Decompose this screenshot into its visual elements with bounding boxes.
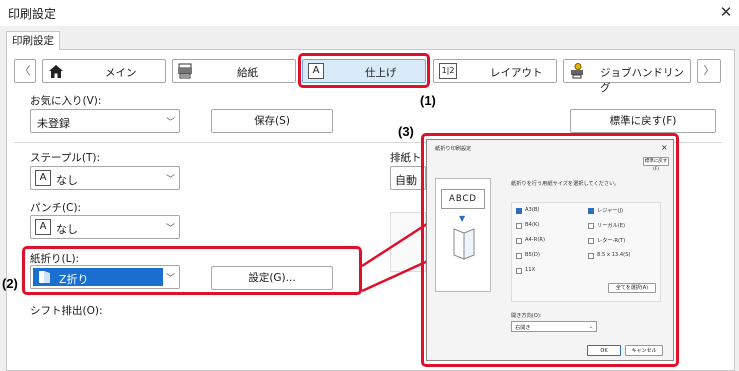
tab-job-handling-button[interactable]: ジョブハンドリング — [563, 59, 691, 94]
output-tray-label: 排紙ト — [390, 152, 422, 164]
highlight-box-3 — [421, 133, 679, 367]
shift-output-label: シフト排出(O): — [30, 305, 103, 317]
chevron-down-icon: ﹀ — [165, 118, 175, 128]
title-bar — [0, 0, 739, 26]
nav-prev-button[interactable]: 〈 — [14, 59, 36, 83]
annotation-1: (1) — [420, 93, 436, 108]
chevron-down-icon: ﹀ — [165, 224, 175, 234]
reset-defaults-button[interactable]: 標準に戻す(F) — [570, 109, 716, 133]
punch-icon: A — [35, 219, 51, 235]
tab-job-handling-label: ジョブハンドリング — [600, 67, 684, 94]
layout-icon: 1|2 — [439, 63, 457, 79]
nav-next-button[interactable]: 〉 — [697, 59, 721, 83]
punch-value: なし — [56, 223, 78, 236]
tab-main-button[interactable]: メイン — [42, 59, 166, 83]
printer-tray-icon — [178, 63, 192, 79]
highlight-box-1 — [298, 53, 430, 88]
annotation-2: (2) — [2, 276, 18, 291]
window-title: 印刷設定 — [8, 7, 57, 21]
close-icon[interactable]: ✕ — [717, 3, 735, 21]
favorites-value: 未登録 — [37, 117, 70, 130]
punch-label: パンチ(C): — [30, 202, 82, 214]
tab-paper-source-label: 給紙 — [237, 67, 258, 79]
tab-layout-label: レイアウト — [490, 67, 543, 79]
home-icon — [49, 65, 63, 78]
chevron-down-icon: ﹀ — [165, 175, 175, 185]
annotation-3: (3) — [398, 124, 414, 139]
staple-value: なし — [56, 174, 78, 187]
favorites-select[interactable]: 未登録 ﹀ — [30, 109, 180, 133]
output-tray-value: 自動 — [395, 174, 417, 187]
job-handling-icon — [571, 63, 583, 79]
punch-select[interactable]: A なし ﹀ — [30, 215, 180, 239]
highlight-box-2 — [22, 246, 362, 295]
tab-main-label: メイン — [105, 67, 137, 79]
staple-icon: A — [35, 170, 51, 186]
staple-label: ステープル(T): — [30, 152, 101, 164]
staple-select[interactable]: A なし ﹀ — [30, 166, 180, 190]
save-button[interactable]: 保存(S) — [211, 109, 333, 133]
tab-layout-button[interactable]: 1|2 レイアウト — [433, 59, 557, 83]
tab-paper-source-button[interactable]: 給紙 — [172, 59, 296, 83]
tab-print-settings[interactable]: 印刷設定 — [6, 31, 60, 50]
favorites-label: お気に入り(V): — [30, 95, 102, 107]
